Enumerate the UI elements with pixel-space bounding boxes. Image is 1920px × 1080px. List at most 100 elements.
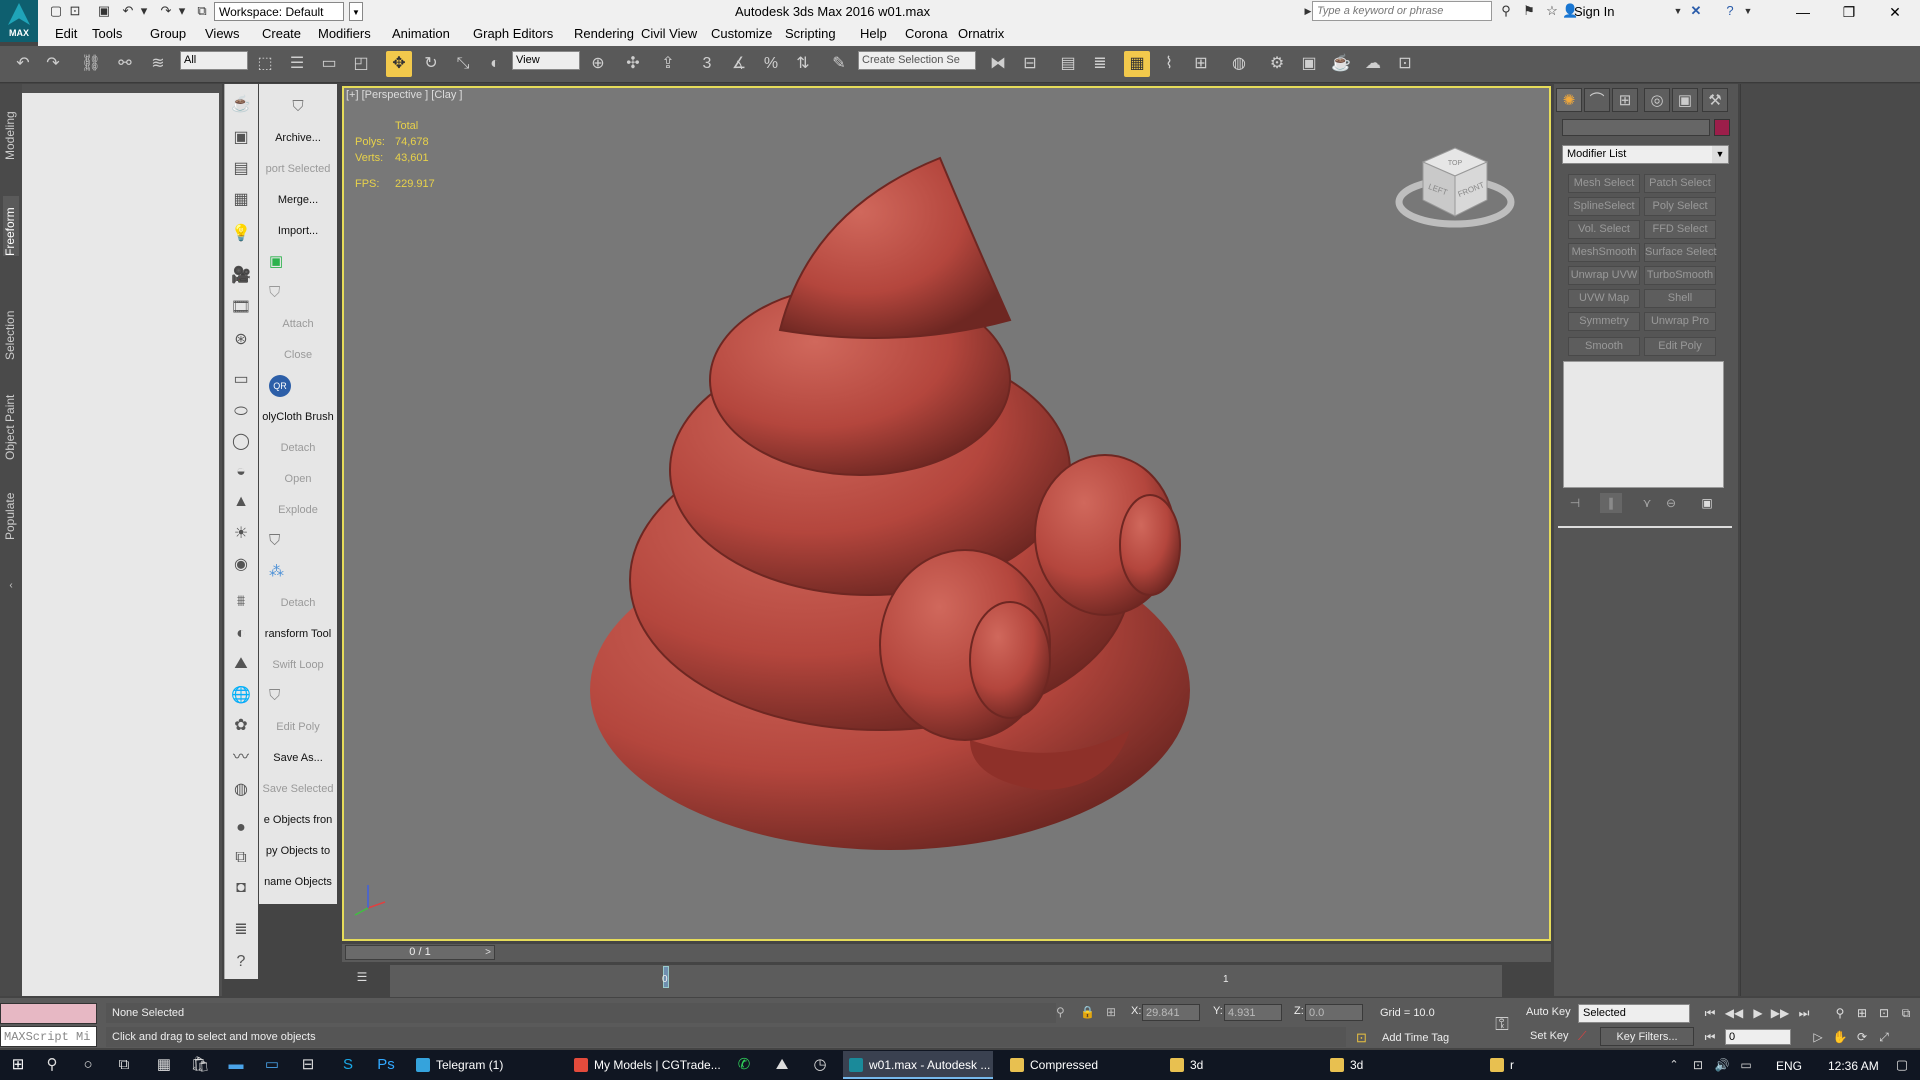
attach-button[interactable]: Attach (259, 313, 337, 335)
absolute-mode-icon[interactable]: ⊞ (1106, 1005, 1116, 1019)
menu-tools[interactable]: Tools (92, 26, 122, 41)
texture-ball-icon[interactable]: ◍ (229, 778, 253, 802)
tab-modeling[interactable]: Modeling (3, 100, 19, 160)
menu-customize[interactable]: Customize (711, 26, 772, 41)
import-button[interactable]: Import... (259, 220, 337, 242)
object-copy-icon[interactable]: ⧉ (229, 846, 253, 870)
undo-toolbar-icon[interactable]: ↶ (10, 51, 36, 77)
input-language[interactable]: ENG (1776, 1059, 1802, 1073)
key-set-dropdown[interactable]: Selected (1578, 1004, 1690, 1023)
clock-app-icon[interactable]: ◷ (806, 1053, 834, 1077)
modifier-button-ffd-select[interactable]: FFD Select (1644, 220, 1716, 239)
go-to-start-icon[interactable]: ⏮ (1700, 1005, 1720, 1022)
field-of-view-icon[interactable]: ▷ (1808, 1029, 1828, 1046)
set-keys-icon[interactable]: ⚿ (1488, 1010, 1516, 1038)
copy-objects-button[interactable]: py Objects to (259, 840, 337, 862)
modifier-button-edit-poly[interactable]: Edit Poly (1644, 337, 1716, 356)
show-end-result-icon[interactable]: ∥ (1600, 493, 1622, 513)
paste-objects-button[interactable]: e Objects fron (259, 809, 337, 831)
shield-tool-icon[interactable]: ⛉ (259, 530, 337, 552)
taskbar-task[interactable]: Compressed (1004, 1051, 1164, 1079)
menu-animation[interactable]: Animation (392, 26, 450, 41)
layer-explorer-icon[interactable]: ≣ (1087, 51, 1113, 77)
minimize-icon[interactable]: — (1780, 0, 1826, 24)
go-to-end-icon[interactable]: ⏭ (1794, 1005, 1814, 1022)
zoom-extents-icon[interactable]: ⊡ (1874, 1005, 1894, 1022)
unlink-icon[interactable]: ⚯ (112, 51, 138, 77)
maxscript-mini-listener[interactable]: MAXScript Mi (0, 1026, 97, 1047)
menu-rendering[interactable]: Rendering (574, 26, 634, 41)
zoom-icon[interactable]: ⚲ (1830, 1005, 1850, 1022)
key-mode-toggle-icon[interactable]: ⏮ (1700, 1029, 1720, 1046)
undo-dropdown-icon[interactable]: ▾ (136, 3, 152, 19)
modifier-button-mesh-select[interactable]: Mesh Select (1568, 174, 1640, 193)
new-icon[interactable]: ▢ (48, 3, 64, 19)
blue-sphere-icon[interactable]: ● (229, 816, 253, 840)
menu-views[interactable]: Views (205, 26, 239, 41)
open-icon[interactable]: ⊡ (67, 3, 83, 19)
grass-icon[interactable]: ✿ (229, 714, 253, 738)
paint-icon[interactable]: ◐ (229, 622, 253, 646)
time-tag-icon[interactable]: ⊡ (1356, 1030, 1367, 1046)
project-folder-icon[interactable]: ⧉ (194, 3, 210, 19)
select-and-place-icon[interactable]: ◐ (482, 51, 508, 77)
explode-button[interactable]: Explode (259, 499, 337, 521)
maximize-viewport-icon[interactable]: ⤢ (1874, 1029, 1894, 1046)
modifier-stack[interactable] (1563, 361, 1724, 488)
save-icon[interactable]: ▣ (96, 3, 112, 19)
close-button[interactable]: Close (259, 344, 337, 366)
current-frame-field[interactable]: 0 (1725, 1029, 1791, 1045)
undo-icon[interactable]: ↶ (120, 3, 136, 19)
modifier-list-dropdown[interactable]: Modifier List (1562, 145, 1729, 164)
redo-dropdown-icon[interactable]: ▾ (174, 3, 190, 19)
modifier-button-smooth[interactable]: Smooth (1568, 337, 1640, 356)
rendered-frame-window-icon[interactable]: ▣ (1296, 51, 1322, 77)
trackbar[interactable] (390, 965, 1502, 997)
modifier-button-unwrap-uvw[interactable]: Unwrap UVW (1568, 266, 1640, 285)
taskbar-task[interactable]: w01.max - Autodesk ... (843, 1051, 993, 1079)
help-search-input[interactable]: Type a keyword or phrase (1312, 1, 1492, 21)
detach-button[interactable]: Detach (259, 437, 337, 459)
sign-in-dropdown-icon[interactable]: ▼ (1670, 3, 1686, 19)
tab-freeform[interactable]: Freeform (3, 196, 19, 256)
cloth-icon[interactable]: ⩩ (229, 590, 253, 614)
modifier-button-surface-select[interactable]: Surface Select (1644, 243, 1717, 262)
whatsapp-icon[interactable]: ✆ (730, 1053, 758, 1077)
binoculars-icon[interactable]: ⚲ (1498, 3, 1514, 19)
taskbar-task[interactable]: My Models | CGTrade... (568, 1051, 733, 1079)
light-icon[interactable]: 💡 (229, 222, 253, 246)
material-editor-icon[interactable]: ◍ (1226, 51, 1252, 77)
workspace-dropdown-arrow-icon[interactable]: ▼ (349, 2, 363, 21)
percent-snap-icon[interactable]: % (758, 51, 784, 77)
window-crossing-icon[interactable]: ◰ (348, 51, 374, 77)
poop-emoji-model[interactable] (590, 150, 1210, 880)
help-dropdown-icon[interactable]: ▼ (1740, 3, 1756, 19)
task-view-icon[interactable]: ⧉ (110, 1053, 138, 1077)
modifier-button-shell[interactable]: Shell (1644, 289, 1716, 308)
curve-editor-icon[interactable]: ⌇ (1156, 51, 1182, 77)
cortana-icon[interactable]: ○ (74, 1053, 102, 1077)
modifier-button-poly-select[interactable]: Poly Select (1644, 197, 1716, 216)
store-icon[interactable]: 🛍 (186, 1053, 214, 1077)
menu-scripting[interactable]: Scripting (785, 26, 836, 41)
taskbar-task[interactable]: 3d (1164, 1051, 1324, 1079)
geosphere-icon[interactable]: ◒ (229, 460, 253, 484)
material-ball-icon[interactable]: ◉ (229, 553, 253, 577)
modifier-button-unwrap-pro[interactable]: Unwrap Pro (1644, 312, 1716, 331)
redo-icon[interactable]: ↷ (158, 3, 174, 19)
motion-tab-icon[interactable]: ◎ (1644, 88, 1670, 112)
isolate-selection-icon[interactable]: ⚲ (1056, 1005, 1065, 1019)
globe-icon[interactable]: 🌐 (229, 684, 253, 708)
schematic-view-icon[interactable]: ⊞ (1188, 51, 1214, 77)
skype-icon[interactable]: S (334, 1053, 362, 1077)
sign-in-link[interactable]: Sign In (1574, 4, 1614, 19)
pivot-center-icon[interactable]: ⊕ (585, 51, 611, 77)
x-coord-field[interactable]: 29.841 (1142, 1004, 1200, 1021)
restore-icon[interactable]: ❐ (1826, 0, 1872, 24)
utilities-tab-icon[interactable]: ⚒ (1702, 88, 1728, 112)
mirror-icon[interactable]: ⧓ (985, 51, 1011, 77)
polycloth-brush-button[interactable]: olyCloth Brush (259, 406, 337, 428)
zoom-all-icon[interactable]: ⊞ (1852, 1005, 1872, 1022)
pan-view-icon[interactable]: ✋ (1830, 1029, 1850, 1046)
swift-loop-button[interactable]: Swift Loop (259, 654, 337, 676)
